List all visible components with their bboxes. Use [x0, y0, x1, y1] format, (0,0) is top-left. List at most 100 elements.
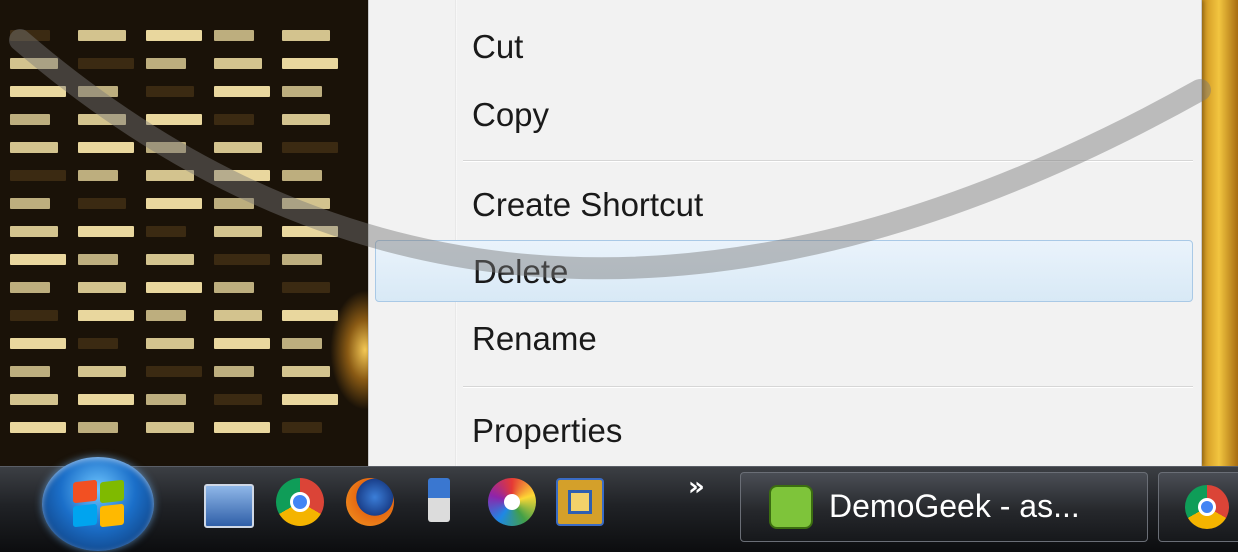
building-window: [214, 30, 254, 41]
building-window: [146, 30, 202, 41]
building-window: [282, 338, 322, 349]
color-wheel-icon[interactable]: [488, 478, 536, 526]
show-desktop-icon[interactable]: [204, 484, 254, 528]
building-window: [78, 114, 126, 125]
menu-item-label: Rename: [472, 320, 597, 357]
building-window: [78, 170, 118, 181]
menu-item-delete[interactable]: Delete: [375, 240, 1193, 302]
building-window: [78, 198, 126, 209]
building-window: [78, 394, 134, 405]
building-window: [146, 338, 194, 349]
building-window: [146, 254, 194, 265]
building-window: [10, 198, 50, 209]
building-window: [214, 366, 254, 377]
building-window: [78, 310, 134, 321]
building-window: [78, 366, 126, 377]
building-window: [146, 394, 186, 405]
menu-item-label: Create Shortcut: [472, 186, 704, 223]
building-window: [146, 366, 202, 377]
building-window: [78, 338, 118, 349]
menu-item-properties[interactable]: Properties: [375, 400, 1193, 462]
building-window: [214, 114, 254, 125]
building-window: [146, 198, 202, 209]
menu-item-label: Delete: [473, 253, 569, 290]
building-window: [10, 366, 50, 377]
building-window: [10, 422, 66, 433]
building-window: [282, 142, 338, 153]
wallpaper-right-edge: [1200, 0, 1238, 466]
menu-item-label: Copy: [472, 96, 550, 133]
building-window: [214, 198, 254, 209]
building-window: [10, 282, 50, 293]
building-window: [146, 226, 186, 237]
building-window: [282, 422, 322, 433]
start-button[interactable]: [42, 457, 154, 551]
menu-item-create-shortcut[interactable]: Create Shortcut: [375, 174, 1193, 236]
building-window: [214, 394, 262, 405]
building-window: [146, 142, 186, 153]
building-window: [214, 254, 270, 265]
building-photo: [0, 0, 368, 466]
taskbar-overflow-chevron[interactable]: »: [688, 472, 705, 502]
building-window: [10, 142, 58, 153]
building-window: [282, 58, 338, 69]
menu-item-label: Cut: [472, 28, 524, 65]
building-window: [214, 226, 262, 237]
building-window: [10, 394, 58, 405]
building-window: [78, 254, 118, 265]
building-window: [282, 198, 330, 209]
firefox-icon[interactable]: [346, 478, 394, 526]
building-window: [282, 254, 322, 265]
chrome-icon[interactable]: [276, 478, 324, 526]
menu-separator: [463, 386, 1193, 388]
window-switcher-icon[interactable]: [556, 478, 604, 526]
building-window: [214, 170, 270, 181]
building-window: [146, 86, 194, 97]
taskbar-button-chrome[interactable]: [1158, 472, 1238, 542]
windows-logo-icon: [73, 479, 125, 528]
evernote-icon: [769, 485, 813, 529]
building-window: [282, 86, 322, 97]
building-window: [214, 422, 270, 433]
building-window: [214, 142, 262, 153]
building-window: [10, 114, 50, 125]
building-window: [146, 310, 186, 321]
menu-item-copy[interactable]: Copy: [375, 84, 1193, 146]
menu-item-label: Properties: [472, 412, 623, 449]
building-window: [214, 338, 270, 349]
building-window: [214, 310, 262, 321]
menu-separator: [463, 160, 1193, 162]
building-window: [10, 254, 66, 265]
building-window: [10, 310, 58, 321]
building-window: [214, 86, 270, 97]
chrome-icon: [1185, 485, 1229, 529]
building-window: [10, 226, 58, 237]
usb-drive-icon[interactable]: [428, 478, 450, 522]
menu-item-rename[interactable]: Rename: [375, 308, 1193, 370]
building-window: [282, 226, 338, 237]
building-window: [282, 30, 330, 41]
building-window: [78, 58, 134, 69]
building-window: [10, 30, 50, 41]
building-window: [10, 170, 66, 181]
context-menu: Cut Copy Create Shortcut Delete Rename P…: [368, 0, 1202, 466]
building-window: [282, 366, 330, 377]
building-window: [146, 170, 194, 181]
building-window: [214, 58, 262, 69]
building-window: [10, 86, 66, 97]
building-window: [146, 422, 194, 433]
building-window: [282, 114, 330, 125]
taskbar-button-demogeek[interactable]: DemoGeek - as...: [740, 472, 1148, 542]
building-window: [146, 114, 202, 125]
building-window: [282, 170, 322, 181]
building-window: [282, 282, 330, 293]
building-window: [10, 338, 66, 349]
building-window: [214, 282, 254, 293]
building-window: [78, 30, 126, 41]
taskbar-button-label: DemoGeek - as...: [829, 488, 1080, 524]
building-window: [78, 86, 118, 97]
building-window: [10, 58, 58, 69]
building-window: [146, 58, 186, 69]
building-window: [78, 422, 118, 433]
menu-item-cut[interactable]: Cut: [375, 16, 1193, 78]
